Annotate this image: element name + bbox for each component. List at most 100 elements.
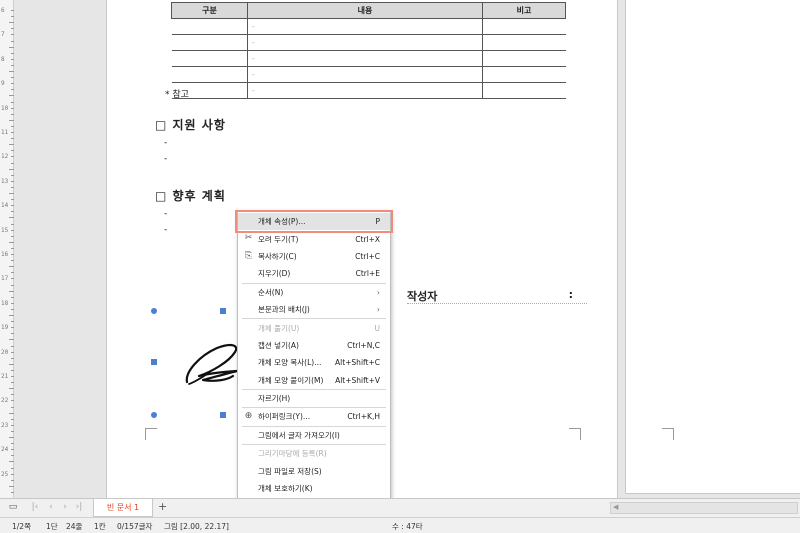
table-cell[interactable] <box>171 18 248 35</box>
table-cell[interactable]: - <box>247 50 483 67</box>
table-cell[interactable] <box>171 34 248 51</box>
section-heading-plan: □ 향후 계획 <box>155 189 226 203</box>
menu-item[interactable]: 개체 속성(P)... P <box>235 209 393 234</box>
page-corner-mark <box>569 428 581 440</box>
status-page[interactable]: 1/2쪽 <box>12 521 31 532</box>
page-view-icon[interactable]: ▭ <box>8 502 18 514</box>
ruler-tick <box>11 260 14 262</box>
menu-item[interactable]: 지우기(D) Ctrl+E <box>238 265 390 282</box>
document-table[interactable]: 구분 내용 비고 ----- <box>171 2 566 99</box>
menu-item: 개체 풀기(U) U <box>238 319 390 336</box>
menu-item-shortcut: Alt+Shift+V <box>335 375 380 385</box>
ruler-tick <box>9 339 14 341</box>
menu-item[interactable]: 그림에서 글자 가져오기(I) <box>238 427 390 444</box>
menu-item[interactable]: 개체 보호하기(K) <box>238 480 390 497</box>
ruler-tick <box>11 449 14 451</box>
ruler-tick <box>11 376 14 377</box>
ruler-tick <box>11 186 14 188</box>
page-corner-mark <box>662 428 674 440</box>
context-menu[interactable]: 개체 속성(P)... P ✂ 오려 두기(T) Ctrl+X ⎘ 복사하기(C) Ctrl+… <box>235 209 393 533</box>
ruler-number: 14 <box>1 202 9 210</box>
table-cell[interactable]: - <box>247 82 483 99</box>
ruler-number: 15 <box>1 226 9 234</box>
ruler-tick <box>11 296 14 298</box>
author-field[interactable]: 작성자 : <box>407 288 587 304</box>
menu-item[interactable]: 그림 파일로 저장(S) <box>238 462 390 479</box>
chevron-right-icon: › <box>376 287 380 297</box>
ruler-tick <box>9 168 14 170</box>
ruler-tick <box>9 266 14 268</box>
menu-item-label: 자르기(H) <box>258 394 291 404</box>
table-cell[interactable] <box>171 50 248 67</box>
status-object: 그림 [2.00, 22.17] <box>164 522 229 531</box>
ruler-tick <box>11 132 14 133</box>
next-tab-icon[interactable]: › <box>60 502 70 514</box>
document-page-2[interactable] <box>625 0 800 494</box>
ruler-tick <box>11 180 14 182</box>
tab-document-1[interactable]: 빈 문서 1 <box>93 499 153 517</box>
last-tab-icon[interactable]: ›| <box>74 502 84 514</box>
selection-handle[interactable] <box>220 308 226 314</box>
table-cell[interactable] <box>482 18 566 35</box>
prev-tab-icon[interactable]: ‹ <box>46 502 56 514</box>
selection-handle[interactable] <box>151 359 157 365</box>
ruler-tick <box>11 430 14 432</box>
table-row[interactable]: - <box>171 50 566 67</box>
table-row[interactable]: - <box>171 34 566 51</box>
list-item: - <box>164 138 168 148</box>
ruler-tick <box>9 193 14 194</box>
ruler-tick <box>11 424 14 426</box>
menu-item[interactable]: 캡션 넣기(A) Ctrl+N,C <box>238 337 390 354</box>
table-row[interactable]: - <box>171 66 566 83</box>
menu-item: 그리기마당에 등록(R) <box>238 445 390 462</box>
menu-item-label: 하이퍼링크(Y)... <box>258 412 311 422</box>
table-cell[interactable] <box>171 66 248 83</box>
menu-item-label: 개체 보호하기(K) <box>258 484 313 494</box>
first-tab-icon[interactable]: |‹ <box>30 502 40 514</box>
chevron-right-icon: › <box>376 305 380 315</box>
menu-item-label: 그림에서 글자 가져오기(I) <box>258 430 340 440</box>
menu-item[interactable]: 개체 모양 붙이기(M) Alt+Shift+V <box>238 372 390 389</box>
table-cell[interactable]: - <box>247 66 483 83</box>
selection-handle[interactable] <box>220 412 226 418</box>
page-corner-mark <box>145 428 157 440</box>
add-tab-button[interactable]: + <box>158 500 167 513</box>
horizontal-scrollbar[interactable]: ◀ <box>610 502 798 514</box>
table-cell[interactable] <box>482 50 566 67</box>
selection-handle[interactable] <box>151 308 157 314</box>
ruler-tick <box>11 34 14 36</box>
menu-item-shortcut: Ctrl+X <box>355 234 380 244</box>
menu-item-label: 캡션 넣기(A) <box>258 340 299 350</box>
vertical-ruler: 6 7 8 9 10 11 12 13 14 15 16 17 18 19 20 21 22 23 24 25 <box>0 0 14 498</box>
menu-item[interactable]: ⊕ 하이퍼링크(Y)... Ctrl+K,H <box>238 408 390 425</box>
ruler-number: 16 <box>1 251 9 258</box>
ruler-number: 22 <box>1 397 9 405</box>
list-item: - <box>164 225 168 235</box>
ruler-tick <box>11 327 14 329</box>
menu-item[interactable]: 자르기(H) <box>238 390 390 407</box>
table-cell[interactable] <box>482 82 566 99</box>
table-cell[interactable] <box>482 34 566 51</box>
status-extra: 수 : 47타 <box>392 522 423 531</box>
menu-item[interactable]: ⎘ 복사하기(C) Ctrl+C <box>238 248 390 265</box>
note-text: * 참고 <box>165 90 189 100</box>
table-cell[interactable]: - <box>247 18 483 35</box>
menu-item-label: 개체 모양 붙이기(M) <box>258 375 324 385</box>
ruler-number: 24 <box>1 446 9 454</box>
status-bar: 1/2쪽 1단 24줄 1칸 0/157글자 그림 [2.00, 22.17] … <box>0 517 800 533</box>
ruler-tick <box>11 156 14 158</box>
ruler-tick <box>11 235 14 237</box>
menu-item[interactable]: 순서(N) › <box>238 284 390 301</box>
scroll-left-icon[interactable]: ◀ <box>613 503 618 511</box>
ruler-tick <box>9 95 14 97</box>
table-row[interactable]: - <box>171 82 566 99</box>
menu-item[interactable]: 본문과의 배치(J) › <box>238 301 390 318</box>
table-cell[interactable]: - <box>247 34 483 51</box>
ruler-tick <box>11 77 14 79</box>
ruler-tick <box>11 16 14 18</box>
menu-item[interactable]: ✂ 오려 두기(T) Ctrl+X <box>238 230 390 247</box>
menu-item[interactable]: 개체 모양 복사(L)... Alt+Shift+C <box>238 354 390 371</box>
table-row[interactable]: - <box>171 18 566 35</box>
selection-handle[interactable] <box>151 412 157 418</box>
table-cell[interactable] <box>482 66 566 83</box>
